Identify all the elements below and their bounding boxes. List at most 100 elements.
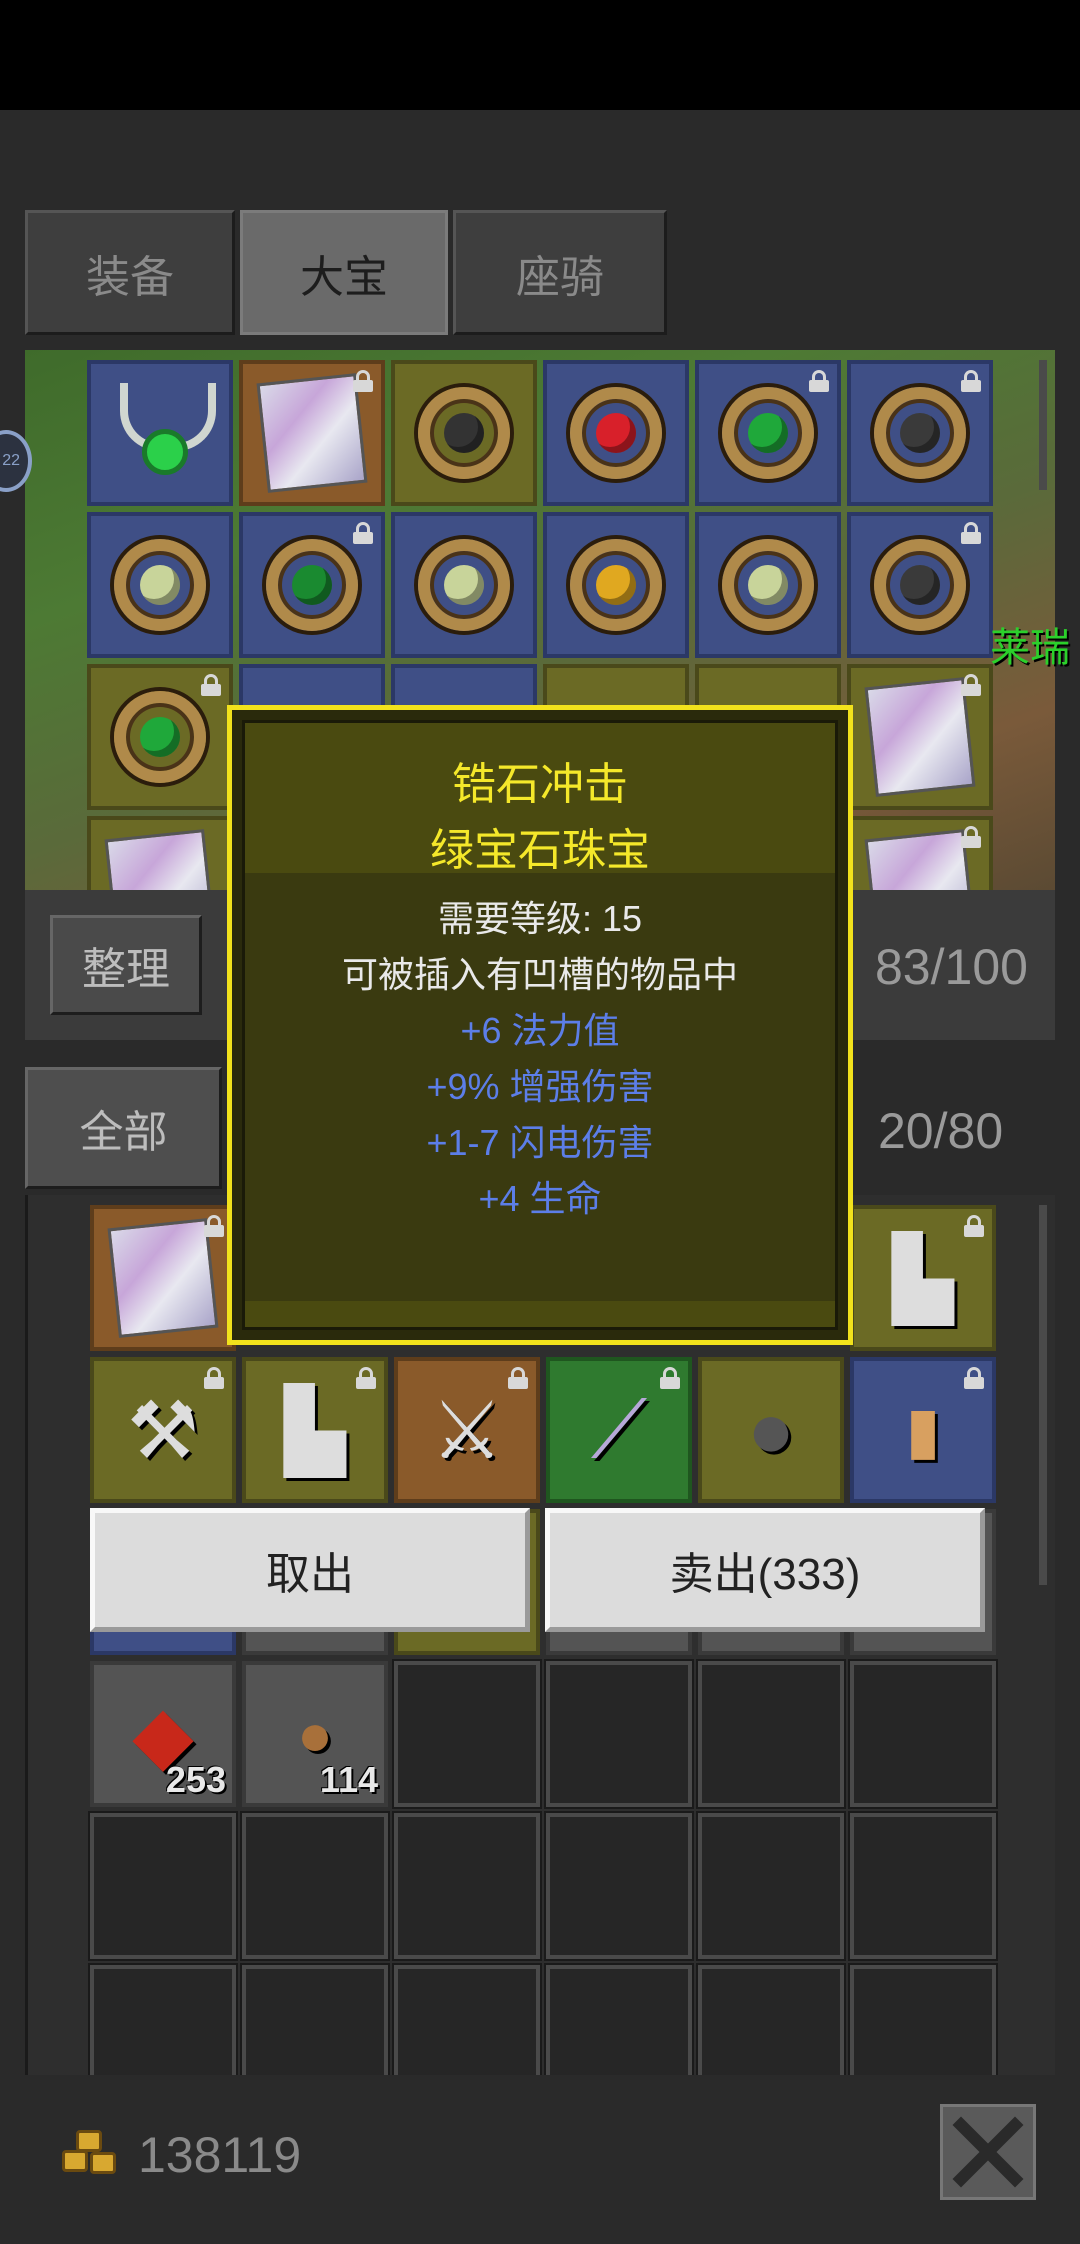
item-stat: +1-7 闪电伤害 <box>426 1122 654 1163</box>
inventory-slot[interactable]: ▮ <box>850 1357 996 1503</box>
close-icon <box>952 2116 1024 2188</box>
inventory-slot[interactable]: ▙ <box>850 1205 996 1351</box>
inventory-slot[interactable] <box>240 1811 390 1961</box>
lock-icon <box>353 370 373 392</box>
stash-slot[interactable] <box>391 360 537 506</box>
lock-icon <box>201 674 221 696</box>
tab-equipment[interactable]: 装备 <box>25 210 235 335</box>
stash-slot[interactable] <box>847 512 993 658</box>
gem-icon <box>570 387 662 479</box>
stash-slot[interactable] <box>847 360 993 506</box>
inventory-slot[interactable] <box>696 1811 846 1961</box>
item-name: 锆石冲击 <box>452 760 628 809</box>
item-socket-note: 可被插入有凹槽的物品中 <box>341 954 738 995</box>
inventory-slot[interactable]: ● <box>698 1357 844 1503</box>
gem-icon <box>874 539 966 631</box>
charm-card-icon <box>104 829 216 890</box>
close-button[interactable] <box>940 2104 1036 2200</box>
lock-icon <box>353 522 373 544</box>
lock-icon <box>204 1367 224 1389</box>
stash-slot[interactable] <box>239 360 385 506</box>
stash-slot[interactable] <box>87 664 233 810</box>
item-stat: +6 法力值 <box>460 1010 620 1051</box>
gem-icon <box>114 691 206 783</box>
stash-slot[interactable] <box>239 512 385 658</box>
shield-icon: ● <box>746 1385 796 1474</box>
lock-icon <box>204 1215 224 1237</box>
gem-icon <box>722 539 814 631</box>
inventory-slot[interactable] <box>392 1659 542 1809</box>
inventory-slot[interactable]: ⚒ <box>90 1357 236 1503</box>
inventory-slot[interactable]: ⟋ <box>546 1357 692 1503</box>
inventory-slot[interactable] <box>848 1963 998 2075</box>
gem-icon <box>418 539 510 631</box>
gold-amount: 138119 <box>138 2127 302 2183</box>
sort-button[interactable]: 整理 <box>50 915 202 1015</box>
inventory-slot[interactable] <box>544 1811 694 1961</box>
stash-slot[interactable] <box>87 816 233 890</box>
inventory-slot[interactable] <box>544 1659 694 1809</box>
gem-icon <box>874 387 966 479</box>
stash-slot[interactable] <box>695 512 841 658</box>
charm-card-icon <box>864 677 976 797</box>
stack-count: 114 <box>319 1759 378 1800</box>
gem-icon <box>418 387 510 479</box>
inventory-slot[interactable] <box>88 1963 238 2075</box>
inventory-slot[interactable] <box>392 1963 542 2075</box>
inventory-slot[interactable] <box>544 1963 694 2075</box>
inventory-slot[interactable] <box>696 1963 846 2075</box>
lock-icon <box>660 1367 680 1389</box>
gem-icon <box>266 539 358 631</box>
item-required-level: 需要等级: 15 <box>437 898 643 939</box>
charm-card-icon <box>107 1218 219 1338</box>
stash-slot[interactable] <box>87 360 233 506</box>
stash-slot[interactable] <box>543 512 689 658</box>
lock-icon <box>961 370 981 392</box>
inventory-slot[interactable] <box>848 1811 998 1961</box>
inventory-slot[interactable]: ● 114 <box>242 1661 388 1807</box>
stash-capacity: 83/100 <box>875 939 1028 995</box>
tab-treasure[interactable]: 大宝 <box>240 210 448 335</box>
take-out-button[interactable]: 取出 <box>90 1508 530 1632</box>
stash-slot[interactable] <box>695 360 841 506</box>
lock-icon <box>964 1367 984 1389</box>
stash-slot[interactable] <box>847 816 993 890</box>
inventory-slot[interactable] <box>696 1659 846 1809</box>
stash-scrollbar[interactable] <box>1039 360 1047 490</box>
inventory-slot[interactable]: ⚔ <box>394 1357 540 1503</box>
inventory-slot[interactable]: ◆ 253 <box>90 1661 236 1807</box>
lock-icon <box>809 370 829 392</box>
stash-slot[interactable] <box>543 360 689 506</box>
item-tooltip: 锆石冲击 绿宝石珠宝 需要等级: 15 可被插入有凹槽的物品中 +6 法力值 +… <box>227 705 853 1345</box>
stash-slot[interactable] <box>847 664 993 810</box>
inventory-slot[interactable] <box>848 1659 998 1809</box>
item-stat: +9% 增强伤害 <box>426 1066 654 1107</box>
lock-icon <box>508 1367 528 1389</box>
item-type: 绿宝石珠宝 <box>430 826 650 875</box>
inventory-slot[interactable] <box>240 1963 390 2075</box>
charm-card-icon <box>256 373 368 493</box>
stack-count: 253 <box>165 1759 226 1800</box>
status-bar <box>0 0 1080 110</box>
amulet-icon <box>110 383 216 483</box>
inventory-scrollbar[interactable] <box>1039 1205 1047 1585</box>
gem-icon <box>114 539 206 631</box>
gem-icon <box>722 387 814 479</box>
tab-mount[interactable]: 座骑 <box>453 210 667 335</box>
lock-icon <box>961 826 981 848</box>
lock-icon <box>961 522 981 544</box>
gold-icon <box>62 2130 122 2180</box>
tooltip-footer <box>245 1301 835 1327</box>
lock-icon <box>961 674 981 696</box>
sell-button[interactable]: 卖出(333) <box>545 1508 985 1632</box>
inventory-slot[interactable] <box>392 1811 542 1961</box>
filter-all-button[interactable]: 全部 <box>25 1067 222 1189</box>
inventory-slot[interactable]: ▙ <box>242 1357 388 1503</box>
npc-name-label: 莱瑞 <box>990 626 1070 670</box>
inventory-slot[interactable] <box>88 1811 238 1961</box>
stash-slot[interactable] <box>87 512 233 658</box>
stash-slot[interactable] <box>391 512 537 658</box>
inventory-slot[interactable] <box>90 1205 236 1351</box>
lock-icon <box>356 1367 376 1389</box>
item-stat: +4 生命 <box>478 1178 602 1219</box>
